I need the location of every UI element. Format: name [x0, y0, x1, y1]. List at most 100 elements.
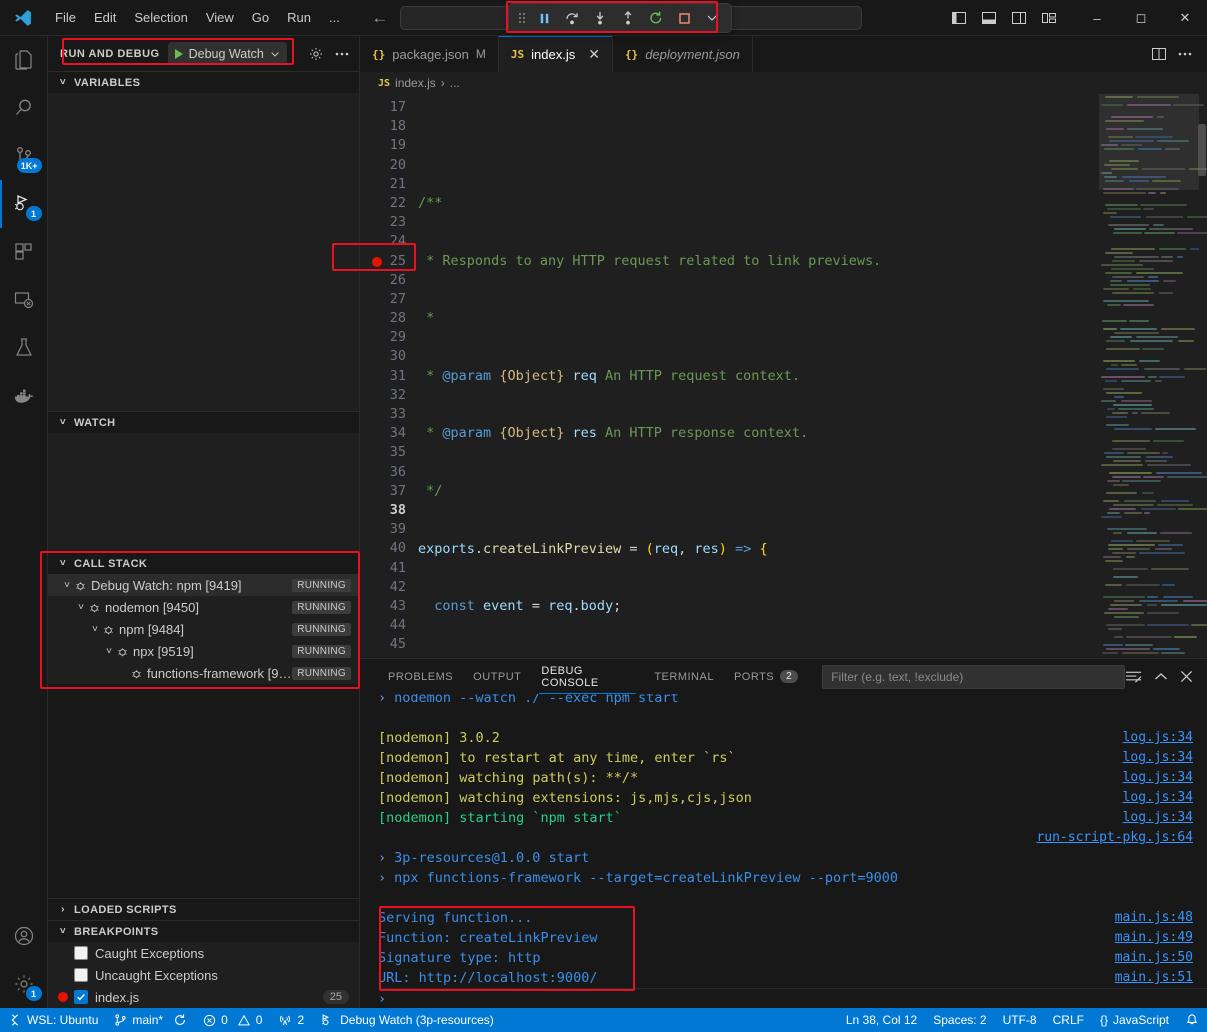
console-filter-input[interactable]: Filter (e.g. text, !exclude) [822, 665, 1125, 689]
activity-search-icon[interactable] [0, 84, 48, 132]
step-over-button[interactable] [559, 6, 585, 30]
activity-explorer-icon[interactable] [0, 36, 48, 84]
tab-ports[interactable]: PORTS 2 [724, 659, 808, 694]
activity-remote-explorer-icon[interactable] [0, 276, 48, 324]
step-into-button[interactable] [587, 6, 613, 30]
editor-more-actions-icon[interactable] [1177, 51, 1193, 57]
close-icon[interactable]: ✕ [588, 46, 600, 63]
tab-package-json[interactable]: {} package.json M [360, 36, 499, 72]
console-source-link[interactable]: main.js:51 [1115, 968, 1193, 988]
call-stack-row[interactable]: functions-framework [954... RUNNING [48, 662, 359, 684]
activity-run-and-debug-icon[interactable]: 1 [0, 180, 48, 228]
status-problems-indicator[interactable]: 0 0 [195, 1008, 270, 1032]
chevron-down-icon[interactable]: ˅ [88, 624, 102, 635]
tab-debug-console[interactable]: DEBUG CONSOLE [531, 659, 644, 694]
back-arrow-icon[interactable]: ← [371, 8, 389, 28]
section-header-call-stack[interactable]: ˅ CALL STACK [48, 552, 359, 574]
debug-console-output[interactable]: › nodemon --watch ./ --exec npm start [n… [360, 694, 1207, 1008]
open-launch-settings-icon[interactable] [305, 43, 327, 65]
close-panel-icon[interactable] [1180, 670, 1193, 683]
tab-terminal[interactable]: TERMINAL [644, 659, 724, 694]
console-source-link[interactable]: log.js:34 [1123, 768, 1193, 788]
pause-button[interactable] [531, 6, 557, 30]
console-source-link[interactable]: main.js:50 [1115, 948, 1193, 968]
maximize-panel-icon[interactable] [1154, 672, 1168, 682]
tab-deployment-json[interactable]: {} deployment.json [613, 36, 753, 72]
debug-console-input[interactable]: › [378, 988, 1207, 1008]
line-number-gutter[interactable]: 17 18 19 20 21 22 23 24 25 26 27 28 29 3… [360, 94, 418, 658]
menu-view[interactable]: View [197, 6, 243, 29]
status-radio-tower-indicator[interactable]: 2 [270, 1008, 312, 1032]
close-button[interactable]: ✕ [1163, 0, 1207, 36]
editor-scrollbar[interactable] [1197, 94, 1207, 658]
status-remote-indicator[interactable]: WSL: Ubuntu [0, 1008, 106, 1032]
breakpoint-checkbox[interactable] [74, 968, 88, 982]
tab-problems[interactable]: PROBLEMS [378, 659, 463, 694]
toggle-secondary-sidebar-icon[interactable] [1007, 6, 1031, 30]
status-cursor-position[interactable]: Ln 38, Col 12 [838, 1008, 925, 1032]
sidebar-more-actions-icon[interactable] [331, 43, 353, 65]
console-source-link[interactable]: main.js:49 [1115, 928, 1193, 948]
stop-button[interactable] [671, 6, 697, 30]
call-stack-row[interactable]: ˅ nodemon [9450] RUNNING [48, 596, 359, 618]
accounts-icon[interactable] [0, 912, 48, 960]
breakpoint-row[interactable]: index.js 25 [48, 986, 359, 1008]
console-source-link[interactable]: log.js:34 [1123, 728, 1193, 748]
clear-console-icon[interactable] [1125, 670, 1142, 684]
menu-selection[interactable]: Selection [125, 6, 196, 29]
console-source-link[interactable]: log.js:34 [1123, 788, 1193, 808]
status-language-mode[interactable]: {} JavaScript [1092, 1008, 1177, 1032]
code-editor[interactable]: 17 18 19 20 21 22 23 24 25 26 27 28 29 3… [360, 94, 1207, 658]
section-header-breakpoints[interactable]: ˅ BREAKPOINTS [48, 920, 359, 942]
tab-index-js[interactable]: JS index.js ✕ [499, 36, 613, 72]
drag-handle-icon[interactable] [515, 11, 529, 25]
breakpoint-row[interactable]: Uncaught Exceptions [48, 964, 359, 986]
activity-testing-icon[interactable] [0, 324, 48, 372]
toggle-panel-icon[interactable] [977, 6, 1001, 30]
chevron-down-icon[interactable] [699, 6, 725, 30]
split-editor-icon[interactable] [1151, 46, 1167, 62]
minimize-button[interactable]: – [1075, 0, 1119, 36]
call-stack-row[interactable]: ˅ npx [9519] RUNNING [48, 640, 359, 662]
activity-docker-icon[interactable] [0, 372, 48, 420]
menu-more[interactable]: ... [320, 6, 349, 29]
status-encoding[interactable]: UTF-8 [995, 1008, 1045, 1032]
breadcrumb-file[interactable]: index.js [395, 76, 436, 90]
call-stack-row[interactable]: ˅ npm [9484] RUNNING [48, 618, 359, 640]
console-source-link[interactable]: run-script-pkg.js:64 [1036, 828, 1193, 848]
code-content[interactable]: /** * Responds to any HTTP request relat… [418, 94, 1099, 658]
breadcrumb[interactable]: JS index.js › ... [360, 72, 1207, 94]
gear-icon[interactable]: 1 [0, 960, 48, 1008]
breakpoint-checkbox[interactable] [74, 990, 88, 1004]
call-stack-row[interactable]: ˅ Debug Watch: npm [9419] RUNNING [48, 574, 359, 596]
status-branch-indicator[interactable]: main* [106, 1008, 195, 1032]
breakpoint-marker-icon[interactable] [372, 257, 382, 267]
menu-edit[interactable]: Edit [85, 6, 125, 29]
status-eol[interactable]: CRLF [1045, 1008, 1092, 1032]
menu-run[interactable]: Run [278, 6, 320, 29]
console-source-link[interactable]: log.js:34 [1123, 808, 1193, 828]
maximize-button[interactable]: ◻ [1119, 0, 1163, 36]
status-indentation[interactable]: Spaces: 2 [925, 1008, 994, 1032]
section-header-watch[interactable]: ˅ WATCH [48, 411, 359, 433]
console-source-link[interactable]: main.js:48 [1115, 908, 1193, 928]
menu-file[interactable]: File [46, 6, 85, 29]
chevron-down-icon[interactable]: ˅ [60, 580, 74, 591]
chevron-down-icon[interactable]: ˅ [102, 646, 116, 657]
toggle-primary-sidebar-icon[interactable] [947, 6, 971, 30]
menu-go[interactable]: Go [243, 6, 278, 29]
status-notifications[interactable] [1177, 1008, 1207, 1032]
section-header-loaded-scripts[interactable]: › LOADED SCRIPTS [48, 898, 359, 920]
section-header-variables[interactable]: ˅ VARIABLES [48, 71, 359, 93]
status-debug-session-indicator[interactable]: Debug Watch (3p-resources) [312, 1008, 502, 1032]
breakpoint-checkbox[interactable] [74, 946, 88, 960]
console-source-link[interactable]: log.js:34 [1123, 748, 1193, 768]
step-out-button[interactable] [615, 6, 641, 30]
chevron-down-icon[interactable]: ˅ [74, 602, 88, 613]
breakpoint-row[interactable]: Caught Exceptions [48, 942, 359, 964]
restart-button[interactable] [643, 6, 669, 30]
customize-layout-icon[interactable] [1037, 6, 1061, 30]
breadcrumb-rest[interactable]: ... [450, 76, 460, 90]
activity-source-control-icon[interactable]: 1K+ [0, 132, 48, 180]
start-debug-icon[interactable] [175, 49, 183, 59]
